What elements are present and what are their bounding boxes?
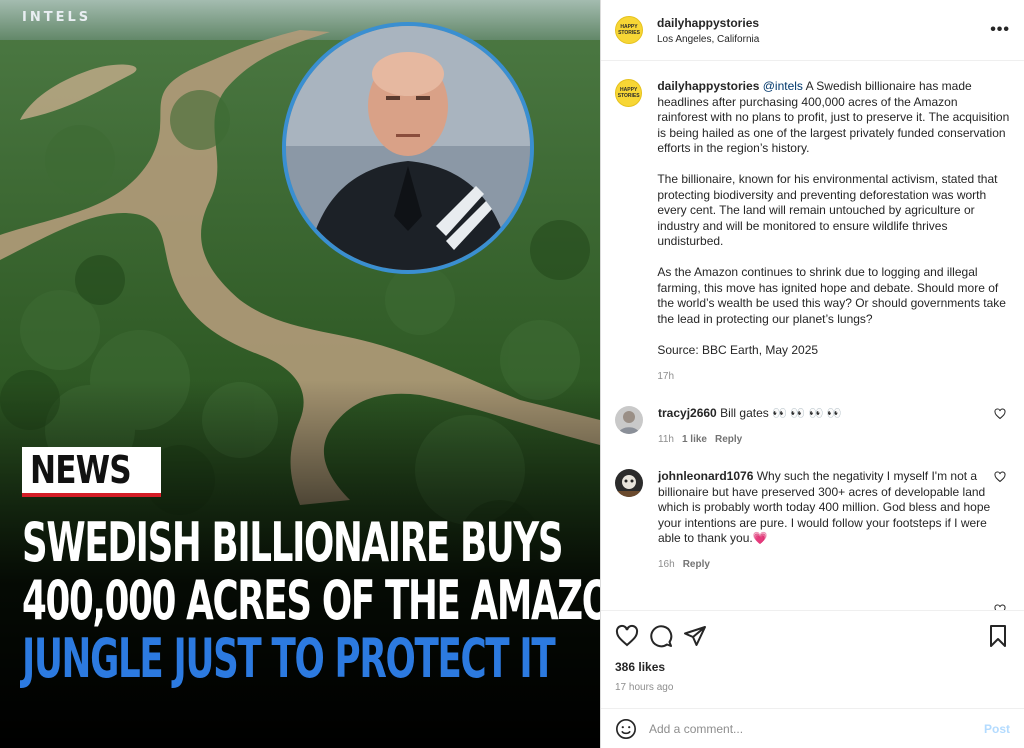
caption-avatar-text: HAPPY STORIES [617, 87, 640, 99]
comment-time: 11h [658, 433, 674, 445]
post-comment-button[interactable]: Post [984, 722, 1010, 736]
post-header: HAPPY STORIES dailyhappystories Los Ange… [601, 0, 1024, 61]
post-actions-bar [601, 610, 1024, 660]
comment-username[interactable]: tracyj2660 [658, 406, 717, 420]
caption-time: 17h [657, 370, 675, 382]
post-image[interactable]: INTELS NEWS SWEDISH BILLIONAIRE BUYS 400… [0, 0, 600, 748]
caption-paragraph-2: The billionaire, known for his environme… [657, 172, 998, 248]
post-header-text: dailyhappystories Los Angeles, Californi… [657, 16, 990, 45]
headline-line-2: 400,000 ACRES OF THE AMAZON [22, 569, 600, 632]
news-badge-label: NEWS [30, 448, 132, 492]
emoji-icon[interactable] [615, 718, 637, 740]
comment-likes[interactable]: 1 like [682, 434, 707, 445]
caption-paragraph-1: dailyhappystories @intels A Swedish bill… [657, 79, 1010, 157]
caption-mention[interactable]: @intels [763, 79, 803, 93]
like-heart-icon[interactable] [615, 624, 639, 648]
comment-meta: 11h 1 like Reply [658, 432, 998, 448]
account-avatar[interactable]: HAPPY STORIES [615, 16, 643, 44]
add-comment-input[interactable] [649, 721, 984, 736]
comment-avatar[interactable] [615, 469, 643, 497]
headline-line-3: JUNGLE JUST TO PROTECT IT [22, 627, 556, 690]
comment-time: 16h [658, 558, 675, 570]
caption-username[interactable]: dailyhappystories [657, 79, 759, 93]
post-details-panel: HAPPY STORIES dailyhappystories Los Ange… [600, 0, 1024, 748]
add-comment-bar: Post [601, 708, 1024, 748]
comment-like-icon[interactable] [994, 408, 1006, 420]
share-paper-plane-icon[interactable] [683, 624, 707, 648]
caption-row: HAPPY STORIES dailyhappystories @intels … [615, 79, 1010, 384]
post-location[interactable]: Los Angeles, California [657, 34, 990, 45]
account-avatar-text: HAPPY STORIES [618, 24, 640, 36]
posted-time: 17 hours ago [615, 682, 674, 693]
more-options-icon[interactable]: ••• [990, 21, 1010, 39]
save-bookmark-icon[interactable] [986, 624, 1010, 648]
comment-item: johnleonard1076 Why such the negativity … [615, 469, 1010, 572]
comment-meta: 16h Reply [658, 557, 998, 573]
caption-avatar[interactable]: HAPPY STORIES [615, 79, 643, 107]
portrait-illustration [286, 26, 530, 270]
comment-avatar[interactable] [615, 406, 643, 434]
comment-item-partial [615, 594, 1010, 610]
avatar-photo-icon [615, 406, 643, 434]
comment-like-icon[interactable] [994, 604, 1006, 610]
billionaire-portrait [282, 22, 534, 274]
headline: SWEDISH BILLIONAIRE BUYS 400,000 ACRES O… [22, 511, 600, 690]
comment-username[interactable]: johnleonard1076 [658, 469, 753, 483]
comment-bubble-icon[interactable] [649, 624, 673, 648]
news-badge: NEWS [22, 447, 162, 497]
intels-logo: INTELS [22, 10, 92, 25]
caption-paragraph-4: Source: BBC Earth, May 2025 [657, 342, 819, 357]
likes-count[interactable]: 386 likes [601, 660, 1024, 678]
comment-body: tracyj2660 Bill gates 👀 👀 👀 👀 11h 1 like R… [658, 406, 998, 447]
comments-scroll-area[interactable]: HAPPY STORIES dailyhappystories @intels … [601, 61, 1024, 610]
comment-like-icon[interactable] [994, 471, 1006, 483]
comment-text: Bill gates 👀 👀 👀 👀 [720, 406, 842, 420]
caption-paragraph-3: As the Amazon continues to shrink due to… [657, 265, 1006, 326]
account-username[interactable]: dailyhappystories [657, 16, 990, 30]
avatar-photo-icon [615, 469, 643, 497]
comment-reply-button[interactable]: Reply [683, 559, 710, 570]
caption: dailyhappystories @intels A Swedish bill… [657, 79, 1010, 384]
comment-item: tracyj2660 Bill gates 👀 👀 👀 👀 11h 1 like R… [615, 406, 1010, 447]
comment-reply-button[interactable]: Reply [715, 434, 742, 445]
headline-line-1: SWEDISH BILLIONAIRE BUYS [22, 511, 564, 574]
comment-body: johnleonard1076 Why such the negativity … [658, 469, 998, 572]
